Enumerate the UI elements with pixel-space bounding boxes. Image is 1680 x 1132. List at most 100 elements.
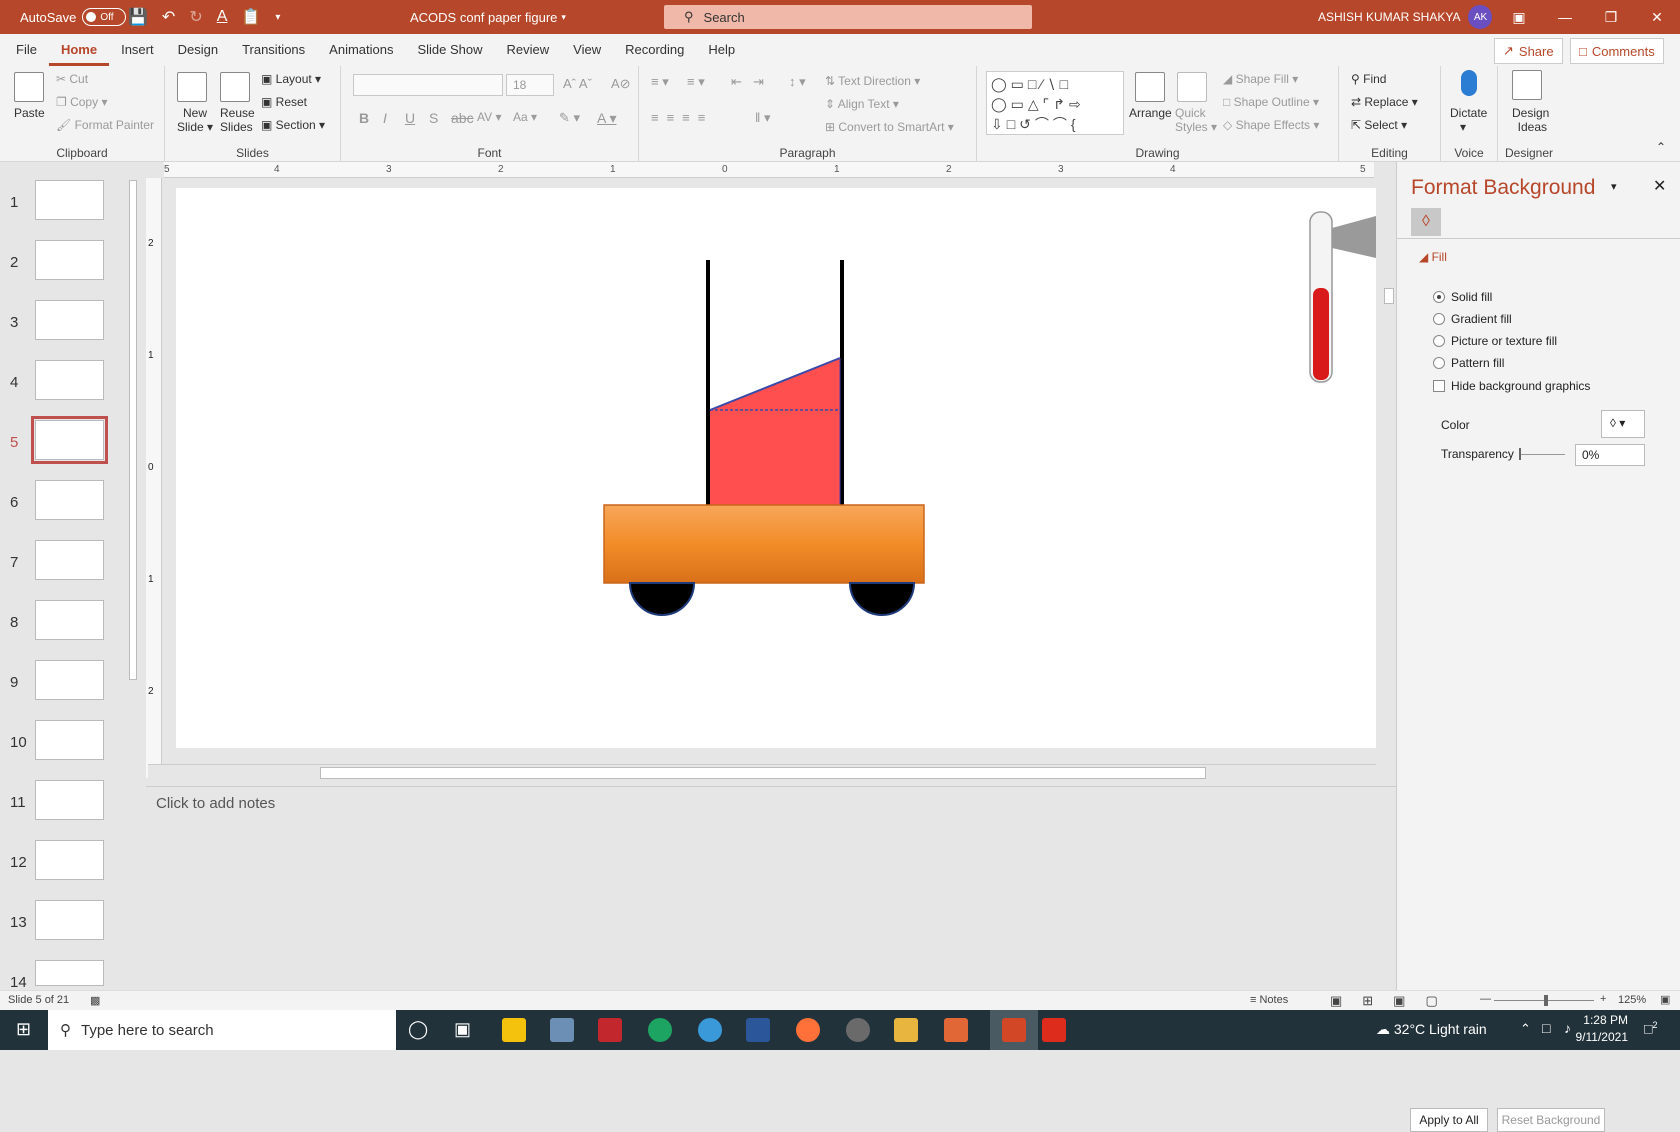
clear-format-icon[interactable]: A⊘: [611, 76, 631, 92]
weather-widget[interactable]: ☁ 32°C Light rain: [1376, 1021, 1487, 1038]
pattern-fill-radio[interactable]: Pattern fill: [1433, 356, 1504, 370]
task-view-icon[interactable]: ▣: [454, 1019, 471, 1040]
picture-texture-fill-radio[interactable]: Picture or texture fill: [1433, 334, 1557, 348]
tab-insert[interactable]: Insert: [109, 34, 166, 66]
notes-pane[interactable]: Click to add notes: [146, 786, 1396, 990]
thumbnail-4[interactable]: 4: [0, 360, 130, 416]
highlight-icon[interactable]: ✎ ▾: [559, 110, 580, 126]
arrange-icon[interactable]: [1135, 72, 1165, 102]
find-button[interactable]: ⚲ Find: [1351, 72, 1386, 86]
design-ideas-icon[interactable]: [1512, 70, 1542, 100]
new-slide-button[interactable]: New Slide ▾: [177, 106, 213, 134]
color-picker-button[interactable]: ◊ ▾: [1601, 410, 1645, 438]
convert-smartart-button[interactable]: ⊞ Convert to SmartArt ▾: [825, 120, 954, 134]
replace-button[interactable]: ⇄ Replace ▾: [1351, 95, 1418, 109]
settings-icon[interactable]: [846, 1018, 870, 1042]
thumbnail-8[interactable]: 8: [0, 600, 130, 656]
accessibility-icon[interactable]: ▩: [90, 994, 100, 1007]
underline-icon[interactable]: U: [405, 110, 415, 126]
powerpoint-taskbar-item[interactable]: [990, 1010, 1038, 1050]
word-icon[interactable]: [746, 1018, 770, 1042]
avatar[interactable]: AK: [1468, 5, 1493, 29]
char-spacing-icon[interactable]: AV ▾: [477, 110, 501, 124]
reset-background-button[interactable]: Reset Background: [1497, 1108, 1605, 1132]
reuse-slides-button[interactable]: Reuse Slides: [220, 106, 255, 134]
mendeley-icon[interactable]: [598, 1018, 622, 1042]
arrange-button[interactable]: Arrange: [1129, 106, 1172, 120]
fit-slide-icon[interactable]: ▣: [1660, 993, 1670, 1006]
thumbnail-1[interactable]: 1: [0, 180, 130, 236]
thumbnail-10[interactable]: 10: [0, 720, 130, 776]
undo-icon[interactable]: ↶: [162, 7, 175, 27]
change-case-icon[interactable]: Aa ▾: [513, 110, 537, 124]
comments-button[interactable]: □ Comments: [1570, 38, 1664, 64]
shapes-gallery[interactable]: ◯▭□∕∖□ ◯▭△⌜↱⇨ ⇩□↺⌒⌒{: [986, 71, 1124, 135]
minimize-icon[interactable]: —: [1542, 9, 1588, 25]
text-direction-button[interactable]: ⇅ Text Direction ▾: [825, 74, 920, 88]
reuse-slides-icon[interactable]: [220, 72, 250, 102]
decrease-indent-icon[interactable]: ⇤: [731, 74, 742, 90]
clock-date[interactable]: 9/11/2021: [1568, 1030, 1629, 1044]
customize-qat-icon[interactable]: ▾: [275, 12, 280, 23]
notifications-icon[interactable]: □2: [1644, 1020, 1657, 1037]
tray-chevron-icon[interactable]: ⌃: [1520, 1021, 1531, 1037]
thumbnail-6[interactable]: 6: [0, 480, 130, 536]
windows-start-icon[interactable]: ⊞: [16, 1019, 31, 1040]
bold-icon[interactable]: B: [359, 110, 369, 126]
remote-desktop-icon[interactable]: [550, 1018, 574, 1042]
tab-view[interactable]: View: [561, 34, 613, 66]
matlab-icon[interactable]: [944, 1018, 968, 1042]
cortana-icon[interactable]: ◯: [408, 1019, 428, 1040]
clock-time[interactable]: 1:28 PM: [1576, 1013, 1628, 1027]
hide-background-graphics-checkbox[interactable]: Hide background graphics: [1433, 379, 1590, 393]
thumbnail-7[interactable]: 7: [0, 540, 130, 596]
redo-icon[interactable]: ↻: [189, 7, 202, 27]
copy-button[interactable]: ❐ Copy ▾: [56, 95, 107, 109]
save-icon[interactable]: 💾: [128, 7, 148, 27]
document-title[interactable]: ACODS conf paper figure ▾: [410, 0, 566, 34]
alignment-icons[interactable]: ≡≡≡≡: [651, 110, 713, 125]
network-icon[interactable]: □: [1542, 1020, 1550, 1036]
transparency-slider-handle[interactable]: [1519, 448, 1521, 460]
shape-effects-button[interactable]: ◇ Shape Effects ▾: [1223, 118, 1319, 132]
shadow-icon[interactable]: S: [429, 110, 438, 126]
shape-outline-button[interactable]: □ Shape Outline ▾: [1223, 95, 1319, 109]
sticky-notes-icon[interactable]: [502, 1018, 526, 1042]
zoom-slider-handle[interactable]: [1544, 995, 1548, 1006]
line-spacing-icon[interactable]: ↕ ▾: [789, 74, 806, 90]
increase-indent-icon[interactable]: ⇥: [753, 74, 764, 90]
paste-icon[interactable]: [14, 72, 44, 102]
dictate-button[interactable]: Dictate ▾: [1450, 106, 1487, 134]
autosave[interactable]: AutoSave Off: [20, 0, 127, 34]
thumbnail-9[interactable]: 9: [0, 660, 130, 716]
thumbnail-3[interactable]: 3: [0, 300, 130, 356]
slide-canvas[interactable]: [176, 188, 1376, 748]
numbering-icon[interactable]: ≡ ▾: [687, 74, 705, 90]
columns-icon[interactable]: ‖ ▾: [755, 110, 771, 126]
layout-button[interactable]: ▣ Layout ▾: [261, 72, 321, 86]
notes-button[interactable]: ≡ Notes: [1250, 994, 1288, 1006]
transparency-slider[interactable]: [1519, 454, 1565, 455]
design-ideas-button[interactable]: Design Ideas: [1512, 106, 1549, 134]
section-button[interactable]: ▣ Section ▾: [261, 118, 325, 132]
thumbnail-5[interactable]: 5: [0, 416, 130, 476]
bullets-icon[interactable]: ≡ ▾: [651, 74, 669, 90]
slide-horizontal-scrollbar[interactable]: [148, 764, 1376, 780]
tab-transitions[interactable]: Transitions: [230, 34, 317, 66]
pane-options-icon[interactable]: ▾: [1611, 180, 1617, 193]
paste-button[interactable]: Paste: [14, 106, 45, 120]
thumbnail-12[interactable]: 12: [0, 840, 130, 896]
file-explorer-icon[interactable]: [894, 1018, 918, 1042]
slide-vertical-scrollbar[interactable]: [1382, 162, 1396, 778]
ribbon-display-icon[interactable]: ▣: [1496, 9, 1542, 26]
tab-animations[interactable]: Animations: [317, 34, 405, 66]
close-window-icon[interactable]: ✕: [1634, 9, 1680, 26]
tab-review[interactable]: Review: [495, 34, 562, 66]
apply-to-all-button[interactable]: Apply to All: [1410, 1108, 1488, 1132]
new-slide-icon[interactable]: [177, 72, 207, 102]
tab-design[interactable]: Design: [166, 34, 230, 66]
transparency-input[interactable]: 0%: [1575, 444, 1645, 466]
browser-icon[interactable]: [698, 1018, 722, 1042]
gradient-fill-radio[interactable]: Gradient fill: [1433, 312, 1512, 326]
grow-font-icon[interactable]: Aˆ Aˇ: [563, 76, 592, 91]
